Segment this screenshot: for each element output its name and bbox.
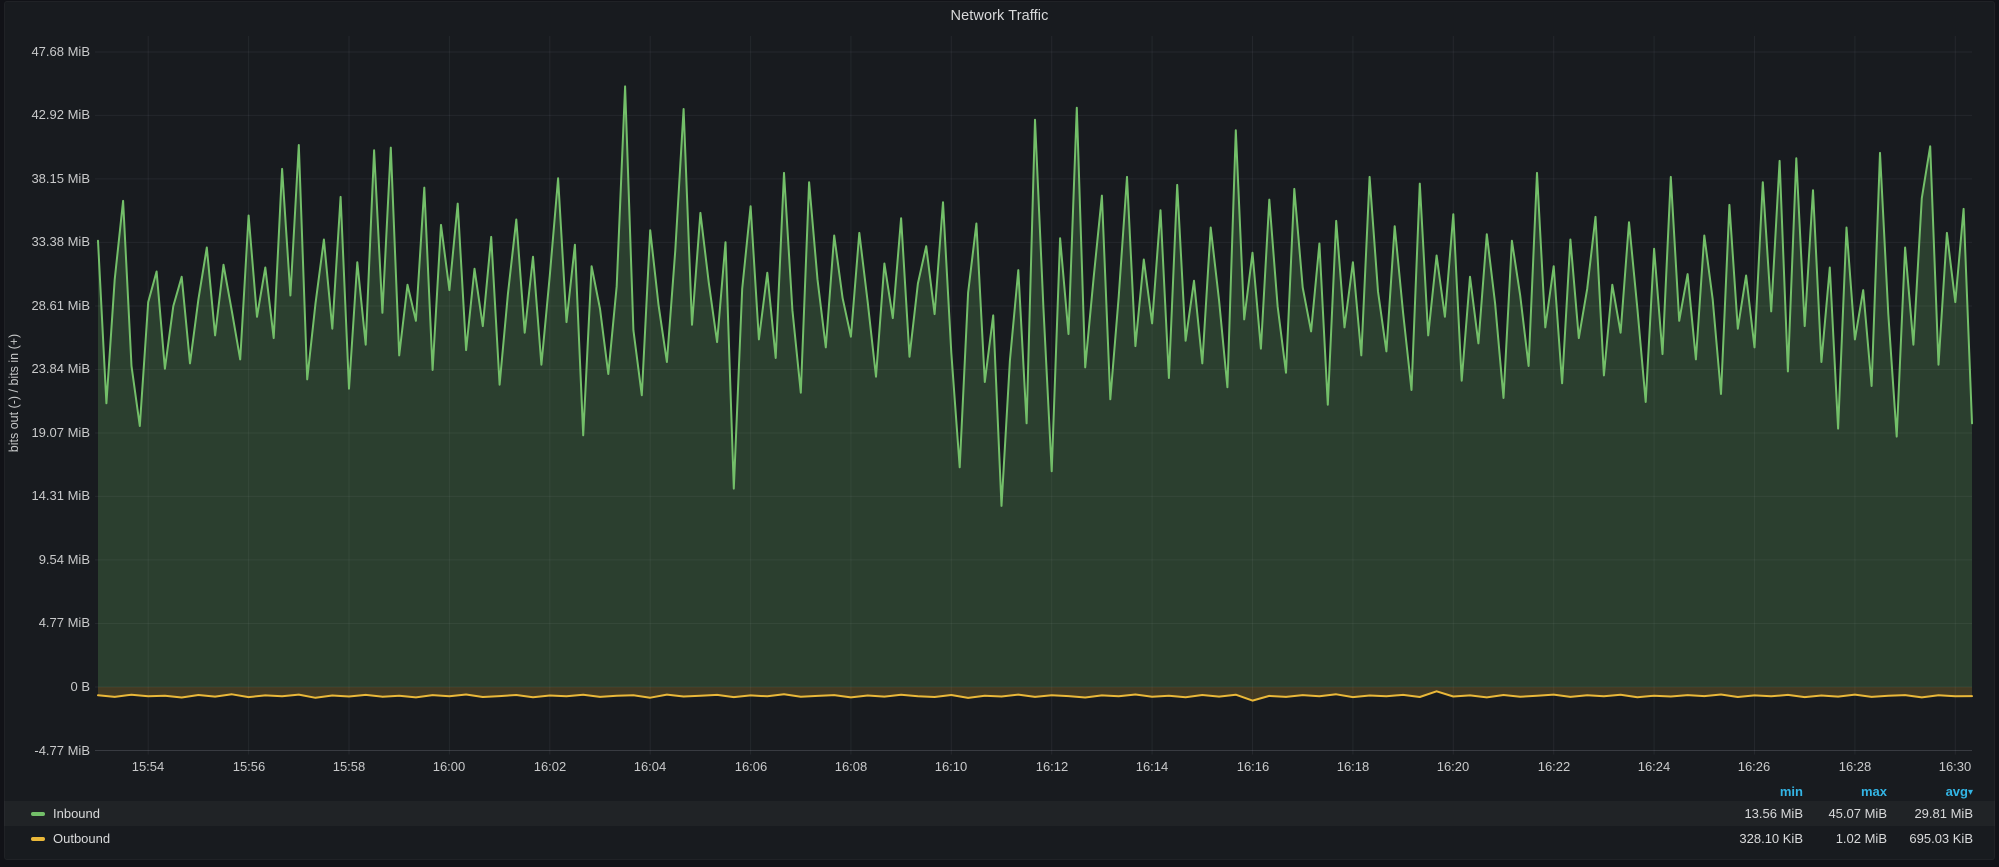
x-tick-label: 16:20: [1417, 759, 1489, 775]
x-tick-label: 15:56: [213, 759, 285, 775]
legend-header-row: minmaxavg▾: [4, 781, 1995, 801]
x-tick-label: 16:12: [1016, 759, 1088, 775]
x-tick-label: 16:06: [715, 759, 787, 775]
y-tick-label: 23.84 MiB: [6, 361, 90, 377]
x-tick-label: 16:22: [1518, 759, 1590, 775]
legend-swatch-icon: [31, 837, 45, 841]
legend-series-name: Inbound: [53, 806, 100, 821]
legend: minmaxavg▾ Inbound 13.56 MiB45.07 MiB29.81…: [4, 781, 1995, 851]
legend-row-outbound: Outbound 328.10 KiB1.02 MiB695.03 KiB: [4, 826, 1995, 851]
x-tick-label: 16:10: [915, 759, 987, 775]
y-tick-label: -4.77 MiB: [6, 743, 90, 759]
x-tick-label: 16:26: [1718, 759, 1790, 775]
legend-row-inbound: Inbound 13.56 MiB45.07 MiB29.81 MiB: [4, 801, 1995, 826]
series-area-inbound: [98, 86, 1972, 687]
x-tick-label: 16:24: [1618, 759, 1690, 775]
x-tick-label: 16:00: [413, 759, 485, 775]
y-tick-label: 19.07 MiB: [6, 425, 90, 441]
x-tick-label: 16:14: [1116, 759, 1188, 775]
legend-sort-header-min[interactable]: min: [1718, 784, 1803, 799]
legend-value-avg: 29.81 MiB: [1887, 806, 1973, 821]
x-tick-label: 16:04: [614, 759, 686, 775]
legend-value-min: 13.56 MiB: [1718, 806, 1803, 821]
legend-value-avg: 695.03 KiB: [1887, 831, 1973, 846]
y-tick-label: 9.54 MiB: [6, 552, 90, 568]
x-tick-label: 16:16: [1217, 759, 1289, 775]
x-tick-label: 16:30: [1919, 759, 1991, 775]
y-tick-label: 0 B: [6, 679, 90, 695]
legend-swatch-icon: [31, 812, 45, 816]
y-tick-label: 28.61 MiB: [6, 298, 90, 314]
legend-sort-header-avg[interactable]: avg▾: [1887, 784, 1973, 799]
legend-value-max: 45.07 MiB: [1803, 806, 1887, 821]
x-tick-label: 16:28: [1819, 759, 1891, 775]
legend-series-name: Outbound: [53, 831, 110, 846]
sort-caret-icon: ▾: [1968, 787, 1973, 798]
legend-sort-header-max[interactable]: max: [1803, 784, 1887, 799]
legend-series-toggle-inbound[interactable]: Inbound: [31, 806, 1718, 821]
y-tick-label: 4.77 MiB: [6, 615, 90, 631]
y-tick-label: 14.31 MiB: [6, 488, 90, 504]
x-tick-label: 15:58: [313, 759, 385, 775]
x-tick-label: 16:18: [1317, 759, 1389, 775]
y-tick-label: 47.68 MiB: [6, 44, 90, 60]
x-tick-label: 16:02: [514, 759, 586, 775]
x-tick-label: 15:54: [112, 759, 184, 775]
y-tick-label: 38.15 MiB: [6, 171, 90, 187]
y-tick-label: 33.38 MiB: [6, 234, 90, 250]
legend-series-toggle-outbound[interactable]: Outbound: [31, 831, 1718, 846]
series-area-outbound: [98, 687, 1972, 701]
y-tick-label: 42.92 MiB: [6, 107, 90, 123]
plot-area[interactable]: [0, 0, 1999, 867]
legend-value-max: 1.02 MiB: [1803, 831, 1887, 846]
x-tick-label: 16:08: [815, 759, 887, 775]
legend-value-min: 328.10 KiB: [1718, 831, 1803, 846]
